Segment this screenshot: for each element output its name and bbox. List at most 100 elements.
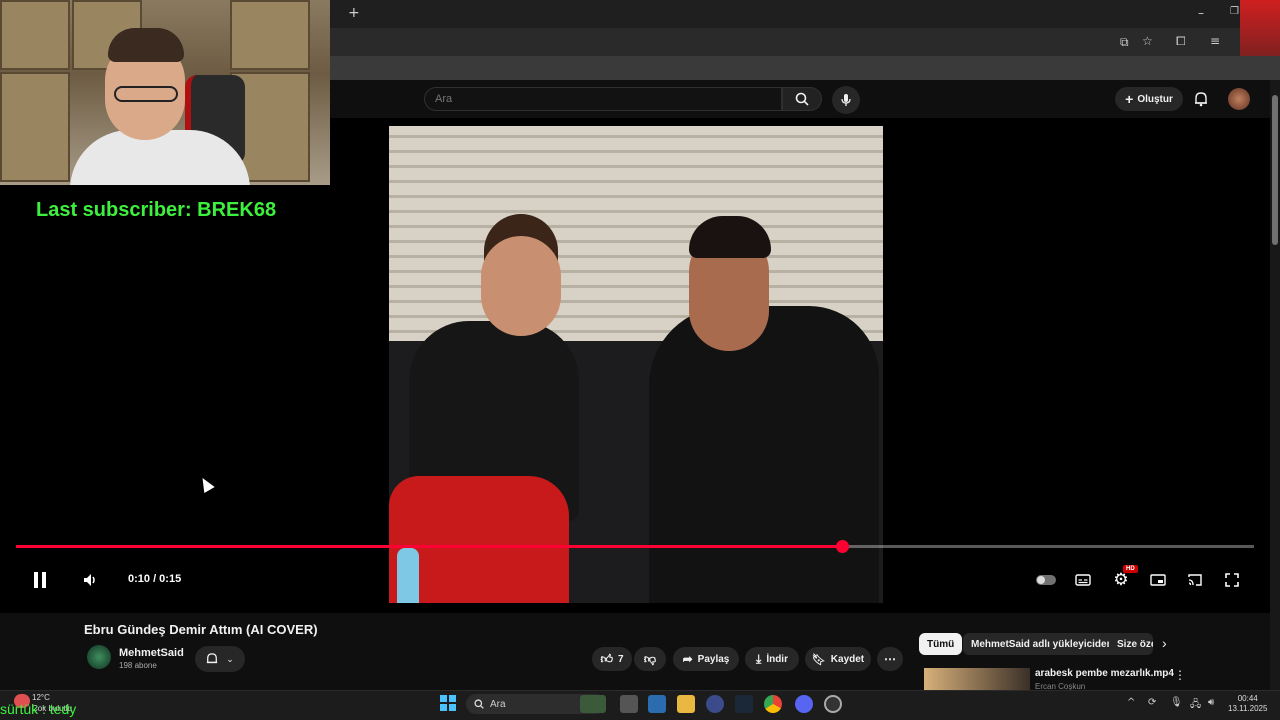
taskbar-search-label: Ara [490,698,506,710]
man-figure [649,306,879,603]
discord-icon[interactable] [795,695,813,713]
progress-played [16,545,842,548]
download-icon: ⤓ [756,651,762,666]
share-arrow-icon: ➦ [682,652,693,666]
taskbar-widget-icon[interactable] [580,695,606,713]
more-horizontal-icon: ⋯ [884,652,896,666]
miniplayer-icon [1150,574,1166,586]
calculator-app-icon[interactable] [648,695,666,713]
progress-scrubber[interactable] [835,540,849,553]
overlay-background [0,185,330,545]
create-label: Oluştur [1137,93,1173,105]
extensions-icon[interactable]: ⧠ [1176,34,1186,49]
miniplayer-button[interactable] [1144,566,1172,594]
voice-search-button[interactable] [832,86,860,114]
download-label: İndir [766,653,788,665]
search-input[interactable] [424,87,782,111]
chip-for-you[interactable]: Size öze [1109,633,1153,655]
tray-chevron-up-icon[interactable]: ^ [1127,697,1135,708]
restore-icon[interactable]: ❐ [1230,6,1239,17]
chip-from-uploader[interactable]: MehmetSaid adlı yükleyiciden [963,633,1121,655]
time-display: 0:10 / 0:15 [128,573,182,585]
dislike-button[interactable]: 👎︎ [634,647,666,671]
minimize-icon[interactable]: – [1198,6,1204,20]
share-button[interactable]: ➦ Paylaş [673,647,739,671]
video-title: Ebru Gündeş Demir Attım (AI COVER) [84,622,318,637]
search-button[interactable] [782,87,822,111]
more-vertical-icon[interactable]: ⋮ [1174,668,1186,682]
bell-icon [207,653,218,664]
video-frame[interactable] [389,126,883,603]
share-label: Paylaş [697,653,730,665]
channel-avatar[interactable] [87,645,111,669]
streamer-webcam [0,0,330,185]
subscription-bell-button[interactable]: ⌄ [195,646,245,672]
volume-button[interactable] [76,566,104,594]
create-button[interactable]: + Oluştur [1115,87,1183,111]
file-explorer-icon[interactable] [677,695,695,713]
thumbs-down-icon: 👎︎ [643,651,657,666]
network-icon[interactable]: 🖧 [1190,697,1201,714]
save-label: Kaydet [830,653,865,665]
pause-icon [34,572,46,588]
task-view-icon[interactable] [620,695,638,713]
fullscreen-icon [1225,573,1239,587]
corner-stream-thumbnail [1240,0,1280,56]
speaker-icon[interactable]: 🔊︎ [1208,697,1214,708]
search-icon [795,92,809,106]
notifications-button[interactable] [1190,88,1212,110]
clock-time: 00:44 [1237,694,1258,703]
like-count: 7 [617,653,624,665]
search-icon [474,699,484,709]
address-bar: ⧉ ☆ ⧠ ≡ [330,28,1280,56]
bookmarks-bar [330,56,1280,80]
plus-icon: + [1125,91,1134,107]
woman-face [481,236,561,336]
browser-tab-bar: ‹ + – ❐ [326,0,1280,28]
obs-icon[interactable] [824,695,842,713]
water-bottle [397,548,419,603]
gear-icon: ⚙ [1113,570,1129,590]
fullscreen-button[interactable] [1218,566,1246,594]
user-avatar[interactable] [1228,88,1250,110]
recommended-title[interactable]: arabesk pembe mezarlık.mp4 [1035,668,1174,679]
last-subscriber-label: Last subscriber: BREK68 [36,199,277,221]
cast-button[interactable] [1181,566,1209,594]
bell-icon [1195,92,1207,107]
autoplay-toggle[interactable] [1032,566,1060,594]
subscriber-count: 198 abone [119,661,157,670]
clock-date: 13.11.2025 [1228,704,1268,713]
chip-all[interactable]: Tümü [919,633,963,655]
cast-icon [1188,574,1202,586]
subtitles-button[interactable] [1069,566,1097,594]
steam-icon[interactable] [735,695,753,713]
bookmark-star-icon[interactable]: ☆ [1142,34,1153,48]
subtitles-icon [1075,574,1091,586]
like-button[interactable]: 👍︎ 7 [592,647,632,671]
thumbs-up-icon: 👍︎ [600,651,613,666]
hd-badge: HD [1123,565,1138,573]
channel-name[interactable]: MehmetSaid [119,647,184,659]
sync-icon[interactable]: ⟳ [1148,697,1156,708]
download-button[interactable]: ⤓ İndir [745,647,799,671]
media-control-icon[interactable]: ≡ [1210,34,1220,48]
microphone-tray-icon[interactable]: 🎙︎ [1170,697,1183,708]
windows-taskbar [0,690,1280,720]
windows-start-icon[interactable] [440,695,456,711]
new-tab-plus-icon[interactable]: + [348,5,360,21]
microphone-icon [841,94,851,106]
scrollbar-thumb[interactable] [1272,95,1278,245]
app-icon[interactable] [706,695,724,713]
recommended-thumbnail[interactable] [924,668,1030,690]
pause-button[interactable] [26,566,54,594]
chat-overlay-text: sürtük : tedy [0,701,77,717]
install-app-icon[interactable]: ⧉ [1120,35,1129,50]
more-actions-button[interactable]: ⋯ [877,647,903,671]
chips-next-icon[interactable]: › [1162,635,1167,651]
taskbar-clock[interactable]: 00:44 13.11.2025 [1228,694,1267,714]
progress-bar[interactable] [16,540,1254,553]
bookmark-icon: 🔖︎ [811,653,826,666]
chevron-down-icon: ⌄ [226,653,234,664]
chrome-icon[interactable] [764,695,782,713]
save-button[interactable]: 🔖︎ Kaydet [805,647,871,671]
